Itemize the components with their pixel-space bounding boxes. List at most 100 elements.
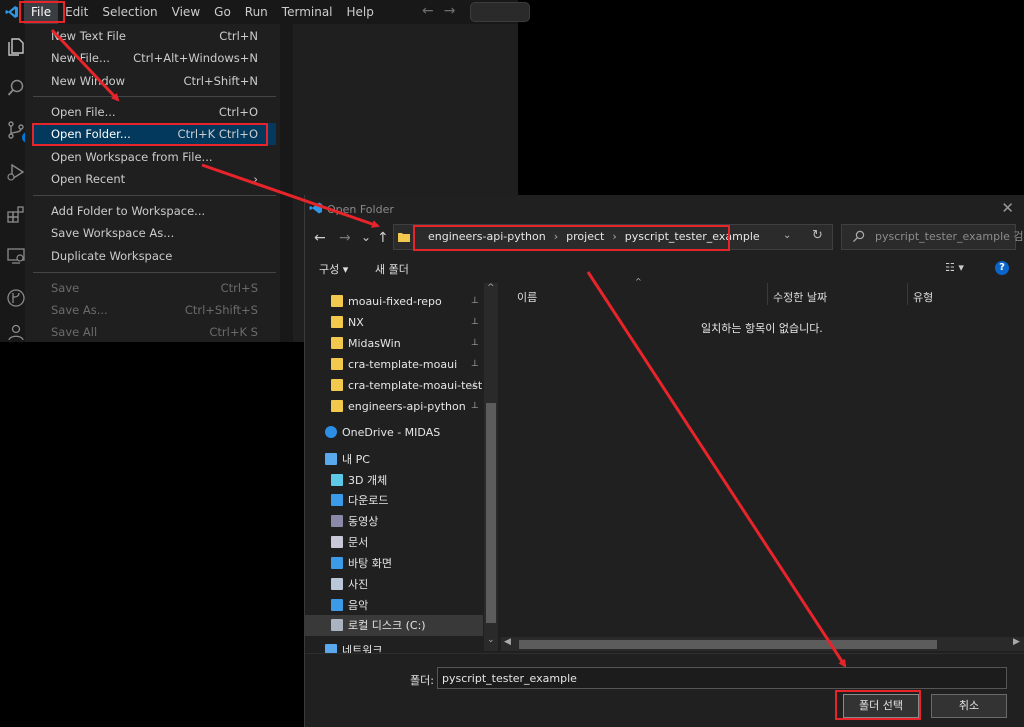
scrollbar-thumb[interactable] — [486, 403, 496, 623]
nav-item-label: 동영상 — [348, 515, 379, 528]
scroll-left-icon[interactable]: ◀ — [504, 637, 511, 647]
nav-item-label: cra-template-moaui — [348, 358, 458, 371]
source-control-icon[interactable]: 6 — [6, 120, 33, 143]
nav-item[interactable]: MidasWin ⊥ — [305, 333, 483, 354]
go-forward-icon[interactable]: → — [444, 3, 456, 19]
menu-help[interactable]: Help — [340, 0, 381, 24]
disk-icon — [331, 619, 343, 631]
scrollbar-thumb[interactable] — [519, 640, 937, 649]
chevron-down-icon[interactable]: ⌄ — [783, 230, 791, 241]
extensions-icon[interactable] — [6, 204, 26, 224]
picture-icon — [331, 578, 343, 590]
close-icon[interactable]: ✕ — [1001, 199, 1014, 217]
nav-item[interactable]: cra-template-moaui ⊥ — [305, 354, 483, 375]
nav-item-label: 문서 — [348, 536, 369, 549]
column-header-modified[interactable]: 수정한 날짜 — [773, 289, 827, 305]
download-icon — [331, 494, 343, 506]
view-options-icon[interactable]: ☷ ▾ — [945, 261, 964, 274]
menu-item-shortcut: Ctrl+S — [220, 281, 258, 295]
menu-item-save[interactable]: Save Ctrl+S — [33, 277, 276, 299]
nav-item-label: NX — [348, 316, 364, 329]
nav-item[interactable]: 동영상 — [305, 511, 483, 532]
menu-item-open-recent[interactable]: Open Recent › — [33, 168, 276, 190]
folder-icon — [398, 233, 410, 242]
history-nav: ← → — [422, 3, 455, 19]
navigation-pane: moaui-fixed-repo ⊥ NX ⊥ MidasWin ⊥ cra-templat… — [305, 283, 498, 657]
refresh-button[interactable]: ↻ — [812, 228, 823, 243]
nav-item[interactable]: 3D 개체 — [305, 470, 483, 491]
menu-terminal[interactable]: Terminal — [275, 0, 340, 24]
scroll-down-icon[interactable]: ⌄ — [487, 635, 495, 645]
nav-item[interactable]: 내 PC — [305, 449, 483, 470]
column-separator[interactable] — [767, 283, 768, 305]
explorer-icon[interactable] — [6, 36, 26, 56]
search-input[interactable]: pyscript_tester_example 검색 — [841, 224, 1024, 250]
folder-name-input[interactable] — [437, 667, 1007, 689]
run-debug-icon[interactable] — [6, 162, 26, 182]
nav-item[interactable]: 문서 — [305, 532, 483, 553]
menu-view[interactable]: View — [165, 0, 207, 24]
git-graph-icon[interactable] — [6, 288, 26, 308]
menu-item-shortcut: Ctrl+Shift+S — [184, 303, 258, 317]
menu-item-save-workspace[interactable]: Save Workspace As... — [33, 222, 276, 244]
menu-go[interactable]: Go — [207, 0, 238, 24]
column-separator[interactable] — [907, 283, 908, 305]
cancel-button[interactable]: 취소 — [931, 694, 1007, 718]
pc-icon — [325, 453, 337, 465]
help-icon[interactable]: ? — [995, 261, 1009, 275]
menu-item-shortcut: Ctrl+K S — [209, 325, 258, 339]
menu-item-add-folder[interactable]: Add Folder to Workspace... — [33, 200, 276, 222]
recent-locations-icon[interactable]: ⌄ — [361, 230, 371, 244]
nav-item[interactable]: NX ⊥ — [305, 312, 483, 333]
command-center[interactable] — [470, 2, 530, 22]
forward-button[interactable]: → — [339, 230, 351, 246]
nav-item[interactable]: 로컬 디스크 (C:) — [305, 615, 483, 636]
menu-item-label: New File... — [51, 51, 110, 65]
nav-item[interactable]: engineers-api-python ⊥ — [305, 396, 483, 417]
nav-item-label: OneDrive - MIDAS — [342, 426, 441, 439]
vscode-logo-icon — [5, 6, 18, 18]
nav-item-label: moaui-fixed-repo — [348, 295, 442, 308]
document-icon — [331, 536, 343, 548]
search-icon[interactable] — [6, 78, 26, 98]
nav-item[interactable]: moaui-fixed-repo ⊥ — [305, 291, 483, 312]
scroll-right-icon[interactable]: ▶ — [1013, 637, 1020, 647]
nav-item[interactable]: cra-template-moaui-test ⊥ — [305, 375, 483, 396]
menu-item-save-all[interactable]: Save All Ctrl+K S — [33, 321, 276, 343]
horizontal-scrollbar[interactable]: ◀ ▶ — [501, 637, 1024, 651]
new-folder-button[interactable]: 새 폴더 — [375, 261, 409, 277]
music-icon — [331, 599, 343, 611]
pin-icon: ⊥ — [471, 380, 479, 390]
menu-item-duplicate-workspace[interactable]: Duplicate Workspace — [33, 245, 276, 267]
menu-selection[interactable]: Selection — [95, 0, 164, 24]
organize-button[interactable]: 구성 ▾ — [319, 261, 348, 277]
menu-item-save-as[interactable]: Save As... Ctrl+Shift+S — [33, 299, 276, 321]
accounts-icon[interactable] — [6, 322, 26, 342]
go-back-icon[interactable]: ← — [422, 3, 434, 19]
pin-icon: ⊥ — [471, 338, 479, 348]
nav-item[interactable]: 음악 — [305, 595, 483, 616]
folder-icon — [331, 358, 343, 370]
nav-item[interactable]: 다운로드 — [305, 490, 483, 511]
menu-run[interactable]: Run — [238, 0, 275, 24]
menu-separator — [33, 195, 276, 196]
nav-item-label: 바탕 화면 — [348, 557, 392, 570]
up-button[interactable]: ↑ — [377, 230, 389, 246]
menu-item-new-file[interactable]: New File... Ctrl+Alt+Windows+N — [33, 47, 276, 69]
dialog-title: Open Folder — [327, 203, 394, 216]
menu-item-new-text-file[interactable]: New Text File Ctrl+N — [33, 25, 276, 47]
menu-item-open-workspace[interactable]: Open Workspace from File... — [33, 146, 276, 168]
back-button[interactable]: ← — [314, 230, 326, 246]
scroll-up-icon[interactable]: ^ — [487, 283, 495, 293]
file-menu: New Text File Ctrl+N New File... Ctrl+Al… — [25, 24, 280, 342]
nav-item[interactable]: OneDrive - MIDAS — [305, 422, 483, 443]
menu-item-open-file[interactable]: Open File... Ctrl+O — [33, 101, 276, 123]
nav-item-label: 다운로드 — [348, 494, 389, 507]
column-header-name[interactable]: 이름 — [517, 289, 537, 305]
nav-item[interactable]: 바탕 화면 — [305, 553, 483, 574]
column-header-type[interactable]: 유형 — [913, 289, 933, 305]
menu-item-label: Open File... — [51, 105, 116, 119]
menu-item-new-window[interactable]: New Window Ctrl+Shift+N — [33, 70, 276, 92]
nav-item[interactable]: 사진 — [305, 574, 483, 595]
remote-explorer-icon[interactable] — [6, 246, 26, 266]
